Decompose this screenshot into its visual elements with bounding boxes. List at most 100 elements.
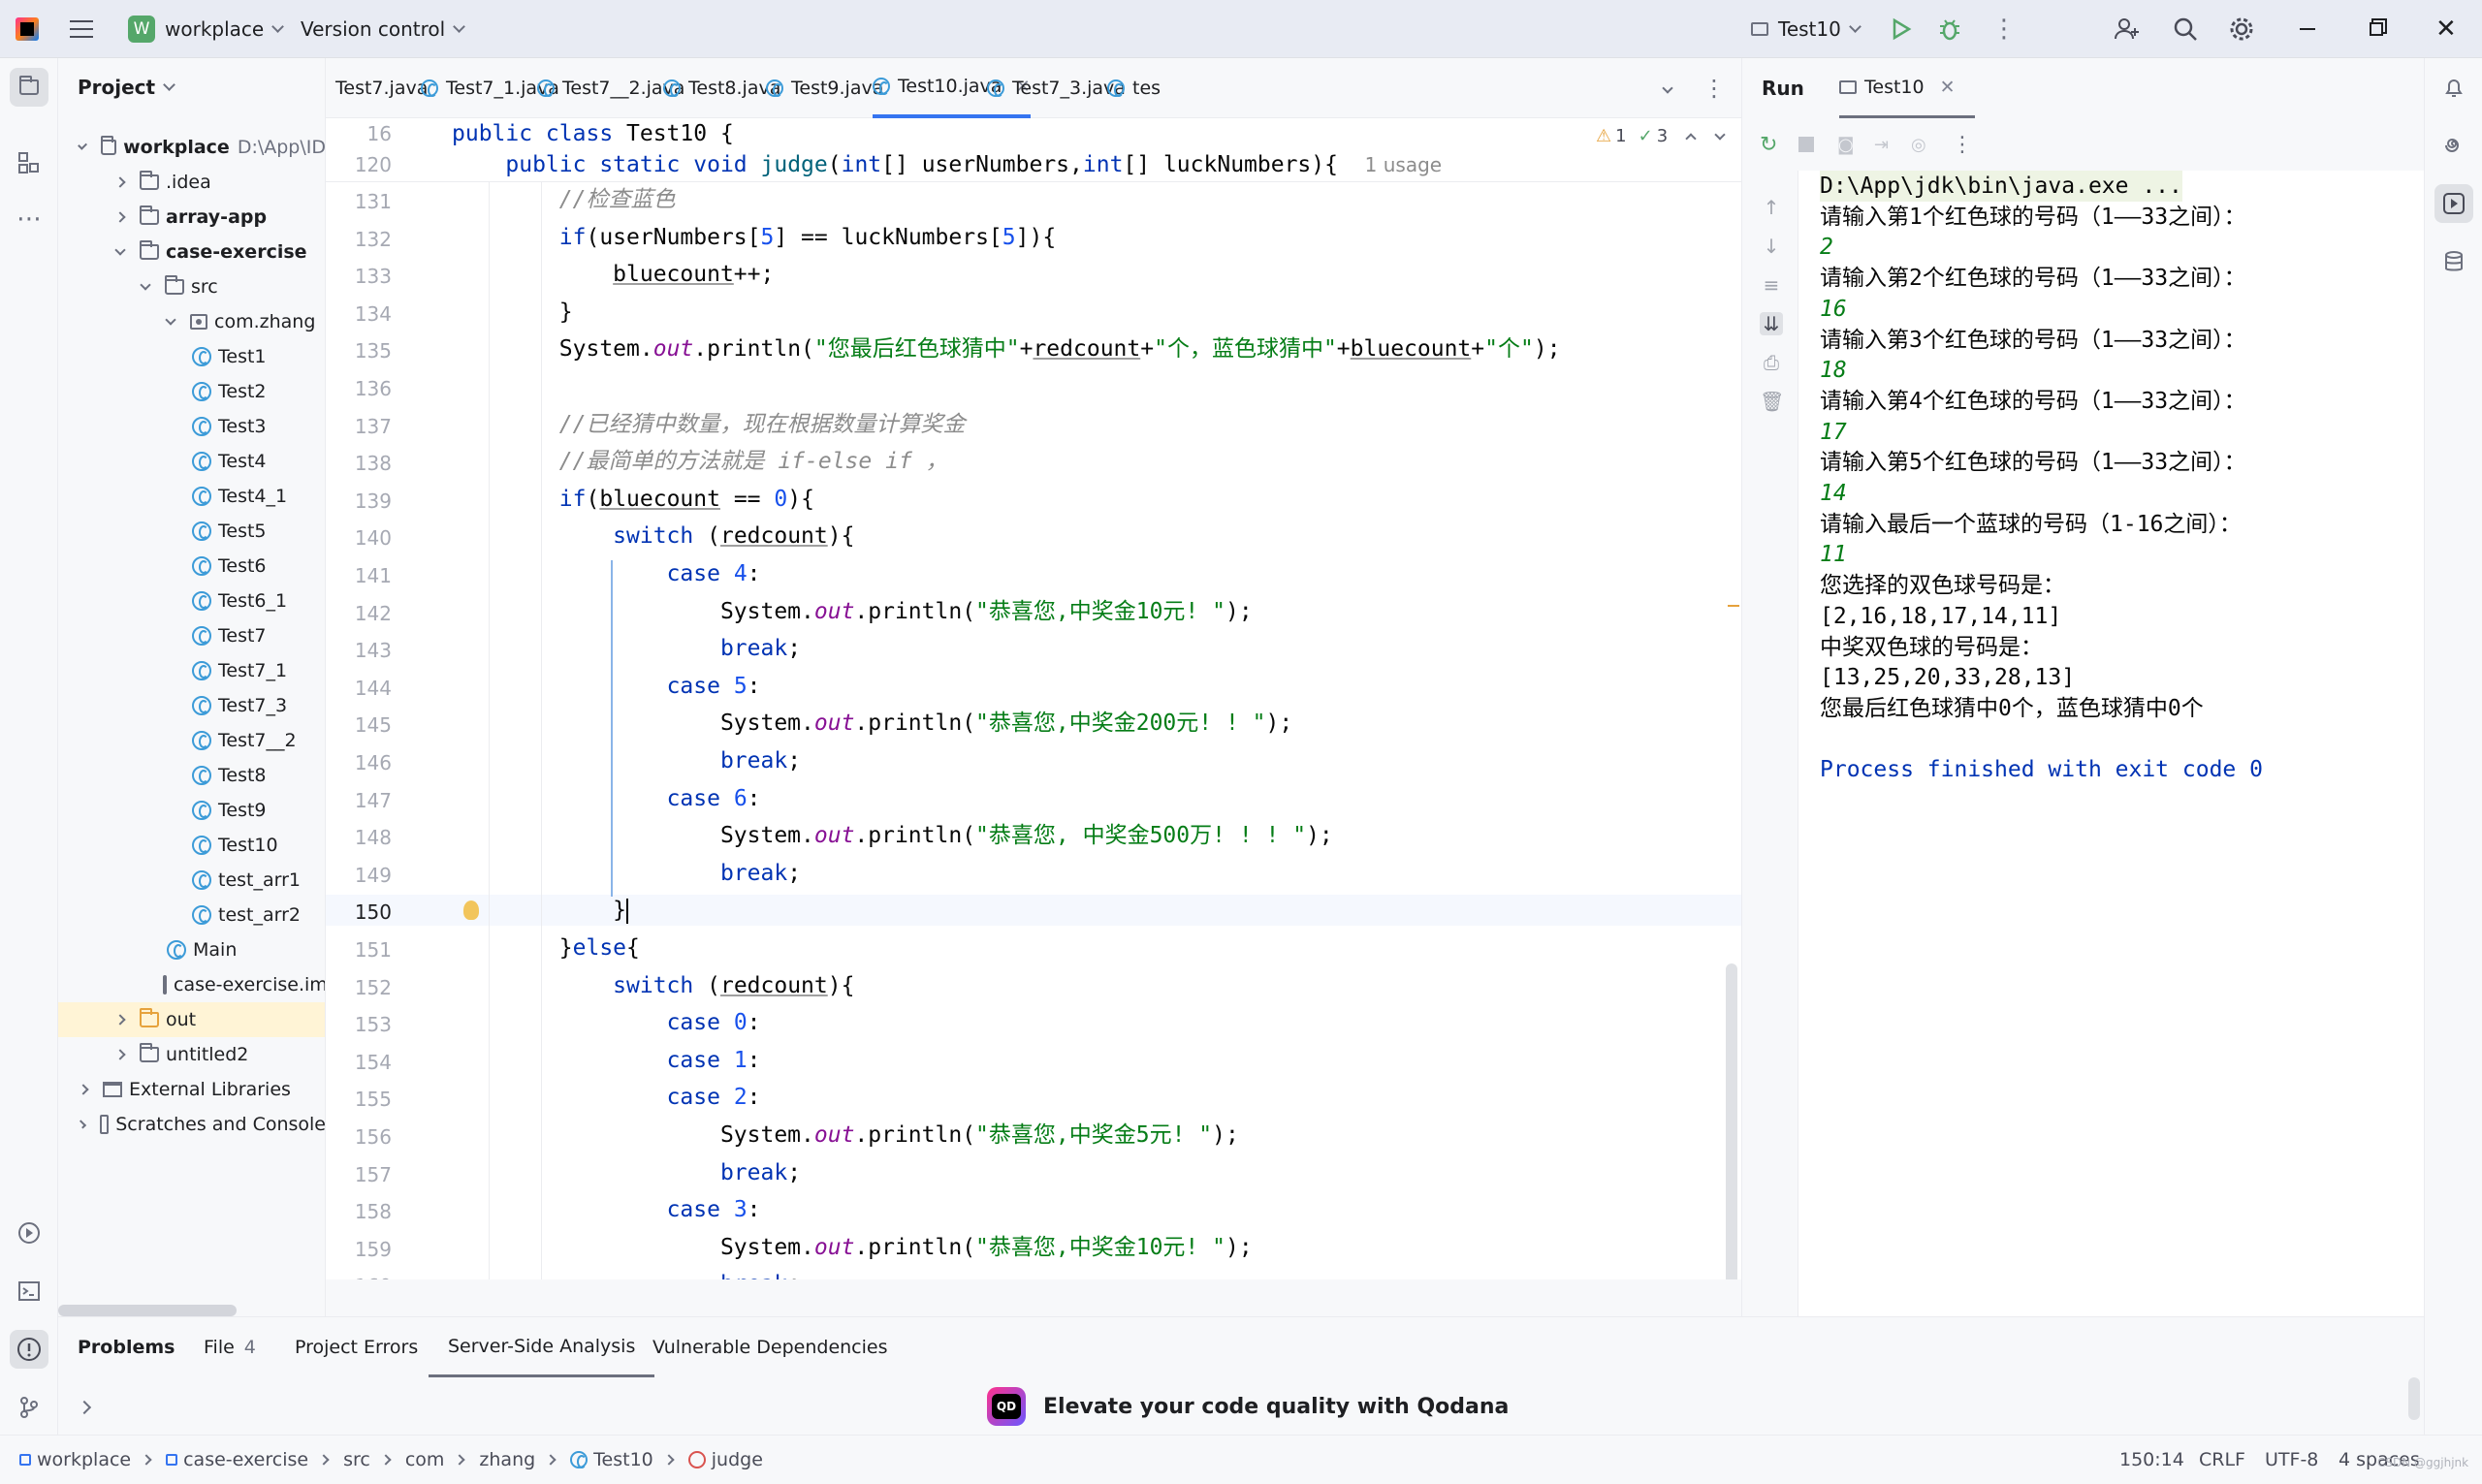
inspection-widget[interactable]: ⚠ 1 ✓ 3 <box>1596 126 1726 146</box>
sticky-method-decl[interactable]: public static void judge(int[] userNumbe… <box>452 149 1442 180</box>
run-tab[interactable]: Test10 ✕ <box>1839 58 1975 118</box>
code-line[interactable]: //最简单的方法就是 if-else if ， <box>452 446 948 477</box>
tab-problems[interactable]: Problems <box>78 1317 175 1377</box>
chevron-down-icon[interactable] <box>114 243 126 256</box>
ide-logo-icon[interactable] <box>16 0 39 58</box>
tab-test9-java[interactable]: Test9.java <box>766 58 883 118</box>
print-icon[interactable]: ⎙ <box>1760 351 1783 374</box>
settings-button[interactable] <box>2228 0 2255 58</box>
close-button[interactable]: ✕ <box>2435 0 2457 58</box>
console-line-out[interactable]: 请输入第5个红色球的号码（1——33之间）： <box>1820 447 2246 478</box>
rerun-icon[interactable]: ↻ <box>1760 133 1777 157</box>
file-encoding[interactable]: UTF-8 <box>2265 1436 2318 1484</box>
tree-item--idea[interactable]: .idea <box>58 165 325 200</box>
close-icon[interactable]: ✕ <box>1940 77 1956 98</box>
vcs-menu[interactable]: Version control <box>301 0 466 58</box>
vertical-scrollbar[interactable] <box>1726 963 1737 1279</box>
chevron-down-icon[interactable] <box>165 313 176 326</box>
tree-item-test7-2[interactable]: Test7__2 <box>58 723 325 758</box>
bottom-scrollbar[interactable] <box>2408 1377 2420 1420</box>
console-line-done[interactable]: Process finished with exit code 0 <box>1820 754 2263 785</box>
problems-tool-button[interactable] <box>10 1330 48 1369</box>
code-line[interactable]: bluecount++; <box>452 259 774 290</box>
search-button[interactable] <box>2172 0 2199 58</box>
code-line[interactable]: if(userNumbers[5] == luckNumbers[5]){ <box>452 222 1056 253</box>
code-line[interactable]: //检查蓝色 <box>452 184 676 215</box>
chevron-down-icon[interactable] <box>78 140 88 150</box>
sticky-class-decl[interactable]: public class Test10 { <box>452 118 734 149</box>
console-line-out[interactable]: 您选择的双色球号码是： <box>1820 570 2065 601</box>
more-actions-icon[interactable]: ⋮ <box>1991 0 2017 58</box>
main-menu-icon[interactable] <box>70 0 93 58</box>
console-line-out[interactable]: 请输入第1个红色球的号码（1——33之间）： <box>1820 202 2246 233</box>
console-line-out[interactable]: 请输入第3个红色球的号码（1——33之间）： <box>1820 325 2246 356</box>
qodana-promo[interactable]: QD Elevate your code quality with Qodana <box>987 1377 1509 1436</box>
code-line[interactable]: break; <box>452 1269 801 1279</box>
tab-test8-java[interactable]: Test8.java <box>663 58 780 118</box>
chevron-right-icon[interactable] <box>114 1014 126 1026</box>
database-tool-button[interactable] <box>2434 242 2473 281</box>
console-line-out[interactable]: [2,16,18,17,14,11] <box>1820 601 2061 632</box>
up-arrow-icon[interactable]: ↑ <box>1760 196 1783 219</box>
tree-item-array-app[interactable]: array-app <box>58 200 325 235</box>
tab-file[interactable]: File 4 <box>204 1317 256 1377</box>
tab-test7-java[interactable]: Test7.java <box>335 58 428 118</box>
code-line[interactable]: break; <box>452 858 801 889</box>
code-line[interactable]: System.out.println("恭喜您,中奖金10元! "); <box>452 1232 1253 1263</box>
console-line-input[interactable]: 16 <box>1820 294 1847 325</box>
tree-item-untitled2[interactable]: untitled2 <box>58 1037 325 1072</box>
minimize-button[interactable] <box>2300 0 2315 58</box>
code-line[interactable]: } <box>452 297 573 328</box>
code-editor[interactable]: 131 //检查蓝色 132 if(userNumbers[5] == luckN… <box>326 118 1741 1279</box>
usage-hint[interactable]: 1 usage <box>1365 153 1442 176</box>
tree-item-test9[interactable]: Test9 <box>58 793 325 828</box>
line-separator[interactable]: CRLF <box>2199 1436 2245 1484</box>
tree-item-workplace[interactable]: workplace D:\App\ID <box>58 130 325 165</box>
tree-item-test7[interactable]: Test7 <box>58 618 325 653</box>
tree-item-scratches-and-console[interactable]: Scratches and Console <box>58 1107 325 1142</box>
console-line-input[interactable]: 18 <box>1820 355 1847 386</box>
tab-server-side-analysis[interactable]: Server-Side Analysis <box>429 1317 655 1377</box>
next-highlight-icon[interactable] <box>1714 128 1726 141</box>
breadcrumb-item[interactable]: zhang <box>479 1449 535 1470</box>
tree-item-test3[interactable]: Test3 <box>58 409 325 444</box>
code-line[interactable]: System.out.println("恭喜您,中奖金5元! "); <box>452 1120 1239 1151</box>
console-line-input[interactable]: 17 <box>1820 417 1847 448</box>
code-line[interactable]: System.out.println("恭喜您, 中奖金500万! ! ! ")… <box>452 820 1333 851</box>
notifications-button[interactable] <box>2434 68 2473 107</box>
breadcrumb-item[interactable]: case-exercise <box>183 1449 308 1470</box>
code-line[interactable]: break; <box>452 745 801 776</box>
code-line[interactable]: } <box>452 895 629 926</box>
more-tools-button[interactable]: ⋯ <box>10 200 48 238</box>
code-line[interactable]: break; <box>452 1157 801 1188</box>
exit-icon[interactable]: ⇥ <box>1874 135 1889 155</box>
prev-highlight-icon[interactable] <box>1685 132 1697 144</box>
console-line-input[interactable]: 2 <box>1820 232 1833 263</box>
debug-button[interactable] <box>1937 0 1962 58</box>
code-line[interactable]: //已经猜中数量，现在根据数量计算奖金 <box>452 409 966 440</box>
breadcrumb-item[interactable]: judge <box>712 1449 763 1470</box>
tab-vulnerable-dependencies[interactable]: Vulnerable Dependencies <box>652 1317 888 1377</box>
tree-item-test1[interactable]: Test1 <box>58 339 325 374</box>
code-line[interactable]: break; <box>452 633 801 664</box>
run-button[interactable] <box>1889 0 1912 58</box>
tree-item-test-arr2[interactable]: test_arr2 <box>58 898 325 932</box>
code-line[interactable]: System.out.println("恭喜您,中奖金200元! ! "); <box>452 708 1292 739</box>
tree-item-com-zhang[interactable]: com.zhang <box>58 304 325 339</box>
camera-icon[interactable]: ◙ <box>1837 135 1854 155</box>
code-line[interactable]: System.out.println("您最后红色球猜中"+redcount+"… <box>452 333 1561 364</box>
console-line-cmd[interactable]: D:\App\jdk\bin\java.exe ... <box>1820 171 2182 202</box>
tree-item-test7-3[interactable]: Test7_3 <box>58 688 325 723</box>
breadcrumb-item[interactable]: Test10 <box>593 1449 653 1470</box>
chevron-down-icon[interactable] <box>140 278 151 291</box>
services-tool-button[interactable] <box>10 1214 48 1252</box>
caret-position[interactable]: 150:14 <box>2119 1436 2184 1484</box>
code-line[interactable]: case 3: <box>452 1194 761 1225</box>
git-tool-button[interactable] <box>10 1388 48 1427</box>
console-line-out[interactable]: 请输入最后一个蓝球的号码（1-16之间）： <box>1820 509 2242 540</box>
tree-item-test8[interactable]: Test8 <box>58 758 325 793</box>
console-line-out[interactable]: [13,25,20,33,28,13] <box>1820 662 2075 693</box>
structure-tool-button[interactable] <box>10 143 48 182</box>
ai-assistant-button[interactable] <box>2434 126 2473 165</box>
tree-item-test7-1[interactable]: Test7_1 <box>58 653 325 688</box>
